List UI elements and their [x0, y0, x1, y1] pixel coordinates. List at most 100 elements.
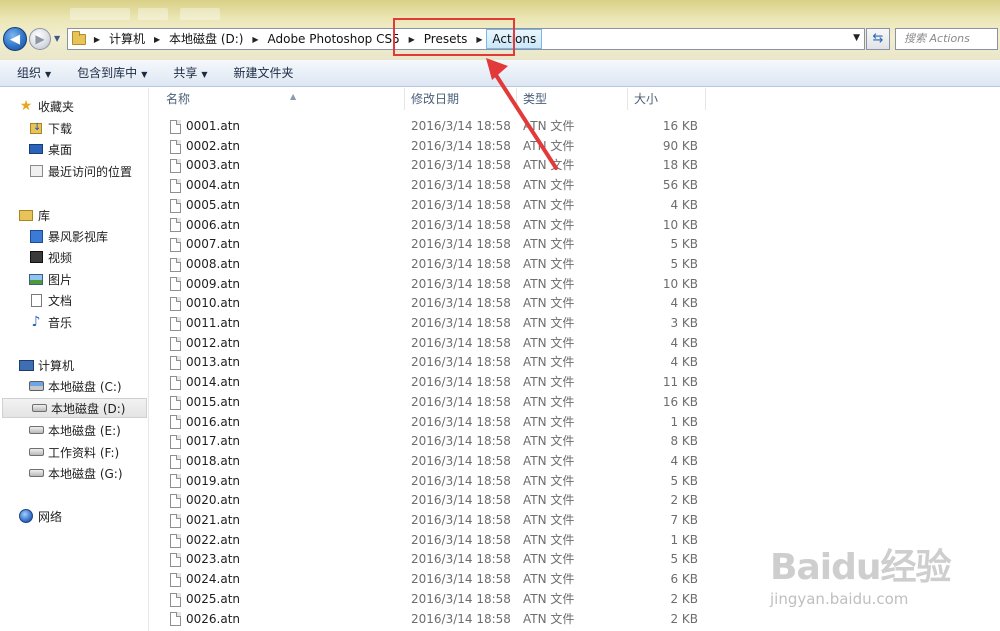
- sidebar-item-recent-places[interactable]: 最近访问的位置: [0, 161, 149, 181]
- file-row[interactable]: 0010.atn 2016/3/14 18:58 ATN 文件 4 KB: [150, 294, 1000, 314]
- breadcrumb-separator-icon[interactable]: ▶: [90, 35, 104, 44]
- file-type: ATN 文件: [523, 591, 575, 606]
- drive-icon: [28, 448, 44, 456]
- file-row[interactable]: 0002.atn 2016/3/14 18:58 ATN 文件 90 KB: [150, 137, 1000, 157]
- sidebar-network[interactable]: 网络: [0, 506, 149, 526]
- column-header-name[interactable]: 名称 ▲: [160, 88, 405, 110]
- sidebar-item-videos[interactable]: 视频: [0, 247, 149, 267]
- sidebar-item-music[interactable]: ♪ 音乐: [0, 312, 149, 332]
- file-name-cell: 0022.atn: [170, 531, 240, 551]
- breadcrumb-separator-icon[interactable]: ▶: [248, 35, 262, 44]
- sidebar-item-label: 图片: [48, 272, 73, 287]
- file-name-cell: 0018.atn: [170, 452, 240, 472]
- file-row[interactable]: 0013.atn 2016/3/14 18:58 ATN 文件 4 KB: [150, 353, 1000, 373]
- column-header-name-label: 名称: [166, 92, 191, 106]
- file-name-cell: 0020.atn: [170, 491, 240, 511]
- organize-button[interactable]: 组织 ▼: [10, 62, 58, 84]
- file-name: 0024.atn: [186, 572, 241, 587]
- file-name: 0014.atn: [186, 375, 241, 390]
- file-date: 2016/3/14 18:58: [411, 394, 511, 409]
- sidebar-libraries[interactable]: 库: [0, 205, 149, 225]
- sidebar-item-drive-g[interactable]: 本地磁盘 (G:): [0, 463, 149, 483]
- file-row[interactable]: 0005.atn 2016/3/14 18:58 ATN 文件 4 KB: [150, 196, 1000, 216]
- sidebar-item-drive-e[interactable]: 本地磁盘 (E:): [0, 420, 149, 440]
- sidebar-item-label: 本地磁盘 (G:): [48, 466, 123, 481]
- sidebar-item-documents[interactable]: 文档: [0, 290, 149, 310]
- file-row[interactable]: 0012.atn 2016/3/14 18:58 ATN 文件 4 KB: [150, 334, 1000, 354]
- breadcrumb-drive-d[interactable]: 本地磁盘 (D:): [164, 29, 248, 49]
- file-date: 2016/3/14 18:58: [411, 473, 511, 488]
- baidu-watermark: Baidu经验 jingyan.baidu.com: [770, 520, 995, 625]
- sidebar-item-drive-f[interactable]: 工作资料 (F:): [0, 442, 149, 462]
- file-row[interactable]: 0017.atn 2016/3/14 18:58 ATN 文件 8 KB: [150, 432, 1000, 452]
- file-name: 0021.atn: [186, 513, 241, 527]
- forward-button[interactable]: ▶: [29, 28, 51, 50]
- file-row[interactable]: 0003.atn 2016/3/14 18:58 ATN 文件 18 KB: [150, 156, 1000, 176]
- sidebar-item-label: 文档: [48, 293, 73, 308]
- file-size: 10 KB: [662, 217, 698, 232]
- breadcrumb-separator-icon[interactable]: ▶: [150, 35, 164, 44]
- file-size: 8 KB: [670, 434, 698, 449]
- address-history-dropdown-icon[interactable]: ▼: [853, 33, 860, 43]
- file-row[interactable]: 0004.atn 2016/3/14 18:58 ATN 文件 56 KB: [150, 176, 1000, 196]
- sidebar-item-desktop[interactable]: 桌面: [0, 139, 149, 159]
- file-size: 16 KB: [662, 119, 698, 133]
- file-row[interactable]: 0020.atn 2016/3/14 18:58 ATN 文件 2 KB: [150, 491, 1000, 511]
- file-row[interactable]: 0018.atn 2016/3/14 18:58 ATN 文件 4 KB: [150, 452, 1000, 472]
- file-name-cell: 0001.atn: [170, 117, 240, 137]
- file-name-cell: 0026.atn: [170, 610, 240, 630]
- breadcrumb-photoshop[interactable]: Adobe Photoshop CS5: [262, 29, 404, 49]
- sidebar-computer[interactable]: 计算机: [0, 355, 149, 375]
- file-row[interactable]: 0019.atn 2016/3/14 18:58 ATN 文件 5 KB: [150, 472, 1000, 492]
- file-row[interactable]: 0014.atn 2016/3/14 18:58 ATN 文件 11 KB: [150, 373, 1000, 393]
- star-icon: ★: [19, 98, 33, 114]
- file-name: 0023.atn: [186, 552, 241, 567]
- file-name-cell: 0014.atn: [170, 373, 240, 393]
- back-button[interactable]: ◀: [3, 27, 27, 51]
- file-row[interactable]: 0011.atn 2016/3/14 18:58 ATN 文件 3 KB: [150, 314, 1000, 334]
- sidebar-item-label: 暴风影视库: [48, 229, 109, 244]
- file-row[interactable]: 0015.atn 2016/3/14 18:58 ATN 文件 16 KB: [150, 393, 1000, 413]
- file-name: 0011.atn: [186, 316, 241, 330]
- sidebar-computer-label: 计算机: [38, 358, 75, 373]
- sidebar-item-pictures[interactable]: 图片: [0, 269, 149, 289]
- refresh-button[interactable]: ⇆: [866, 28, 890, 50]
- file-row[interactable]: 0016.atn 2016/3/14 18:58 ATN 文件 1 KB: [150, 413, 1000, 433]
- file-size: 6 KB: [670, 572, 698, 587]
- include-in-library-button[interactable]: 包含到库中 ▼: [70, 62, 154, 84]
- file-size: 56 KB: [662, 178, 698, 193]
- search-input[interactable]: 搜索 Actions: [895, 28, 998, 50]
- sidebar-item-drive-d[interactable]: 本地磁盘 (D:): [2, 398, 147, 418]
- file-name-cell: 0016.atn: [170, 413, 240, 433]
- organize-label: 组织: [17, 66, 42, 80]
- file-row[interactable]: 0008.atn 2016/3/14 18:58 ATN 文件 5 KB: [150, 255, 1000, 275]
- file-row[interactable]: 0001.atn 2016/3/14 18:58 ATN 文件 16 KB: [150, 117, 1000, 137]
- file-type: ATN 文件: [523, 217, 575, 232]
- sort-ascending-icon: ▲: [290, 92, 297, 101]
- sidebar-libraries-label: 库: [38, 208, 51, 223]
- file-icon: [170, 159, 181, 174]
- downloads-folder-icon: [30, 121, 42, 135]
- new-folder-button[interactable]: 新建文件夹: [227, 62, 301, 84]
- file-type: ATN 文件: [523, 296, 575, 311]
- recent-pages-dropdown-icon[interactable]: ▼: [54, 34, 60, 43]
- column-header-size[interactable]: 大小: [628, 88, 706, 110]
- sidebar-favorites[interactable]: ★ 收藏夹: [0, 96, 149, 116]
- sidebar-item-downloads[interactable]: 下载: [0, 118, 149, 138]
- file-size: 4 KB: [670, 453, 698, 468]
- file-type: ATN 文件: [523, 572, 575, 587]
- sidebar-item-drive-c[interactable]: 本地磁盘 (C:): [0, 376, 149, 396]
- file-icon: [170, 513, 181, 528]
- file-icon: [170, 435, 181, 450]
- file-name-cell: 0004.atn: [170, 176, 240, 196]
- file-type: ATN 文件: [523, 256, 575, 271]
- share-button[interactable]: 共享 ▼: [166, 62, 214, 84]
- breadcrumb-computer[interactable]: 计算机: [104, 29, 150, 49]
- sidebar-item-storm-library[interactable]: 暴风影视库: [0, 226, 149, 246]
- file-type: ATN 文件: [523, 473, 575, 488]
- file-row[interactable]: 0007.atn 2016/3/14 18:58 ATN 文件 5 KB: [150, 235, 1000, 255]
- file-row[interactable]: 0009.atn 2016/3/14 18:58 ATN 文件 10 KB: [150, 275, 1000, 295]
- file-row[interactable]: 0006.atn 2016/3/14 18:58 ATN 文件 10 KB: [150, 216, 1000, 236]
- folder-icon: [71, 30, 86, 45]
- file-name: 0004.atn: [186, 178, 241, 193]
